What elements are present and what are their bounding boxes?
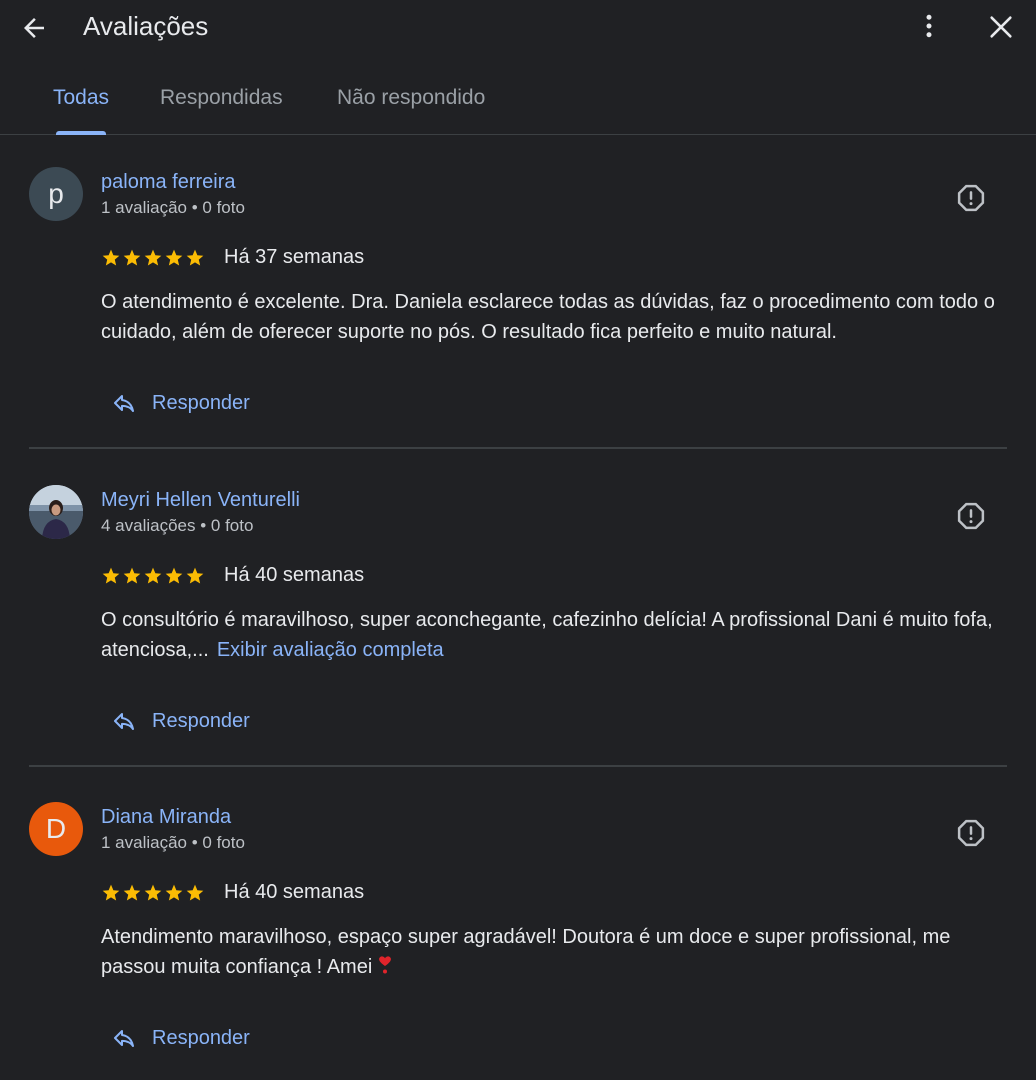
review-card: D Diana Miranda 1 avaliação • 0 foto Há … <box>0 770 1036 1080</box>
divider <box>29 765 1007 767</box>
reply-button[interactable]: Responder <box>110 703 250 739</box>
tab-label: Todas <box>53 86 110 109</box>
header: Avaliações Todas Respondidas Não respond… <box>0 0 1036 135</box>
reviewer-meta: 1 avaliação • 0 foto <box>101 833 245 852</box>
star-icon <box>144 567 162 584</box>
star-rating <box>101 245 205 271</box>
review-card: p paloma ferreira 1 avaliação • 0 foto H… <box>0 135 1036 451</box>
more-vert-icon <box>926 14 932 38</box>
avatar-letter: D <box>45 813 67 844</box>
star-rating <box>101 563 205 589</box>
avatar[interactable] <box>29 485 83 539</box>
review-text-content: O atendimento é excelente. Dra. Daniela … <box>101 291 995 343</box>
star-rating <box>101 880 205 906</box>
reply-button[interactable]: Responder <box>110 1020 250 1056</box>
report-icon <box>957 819 985 847</box>
reviewer-name[interactable]: Diana Miranda <box>101 804 231 830</box>
star-icon <box>165 567 183 584</box>
reply-label: Responder <box>152 1026 250 1049</box>
avatar[interactable]: p <box>29 167 83 221</box>
star-icon <box>123 884 141 901</box>
star-icon <box>123 567 141 584</box>
star-icon <box>144 884 162 901</box>
star-icon <box>102 884 120 901</box>
star-icon <box>186 567 204 584</box>
tab-respondidas[interactable]: Respondidas <box>160 74 283 135</box>
star-icon <box>102 567 120 584</box>
review-time: Há 40 semanas <box>224 881 365 903</box>
reviewer-name[interactable]: Meyri Hellen Venturelli <box>101 487 300 513</box>
reply-label: Responder <box>152 709 250 732</box>
avatar-letter: p <box>48 178 64 209</box>
report-button[interactable] <box>952 814 990 852</box>
review-time: Há 40 semanas <box>224 564 365 586</box>
arrow-back-icon <box>24 18 44 38</box>
reviewer-name[interactable]: paloma ferreira <box>101 169 236 195</box>
tab-label: Respondidas <box>160 86 283 109</box>
reply-label: Responder <box>152 391 250 414</box>
reviews-panel: Avaliações Todas Respondidas Não respond… <box>0 0 1036 1080</box>
report-button[interactable] <box>952 179 990 217</box>
star-icon <box>144 249 162 266</box>
close-button[interactable] <box>980 6 1022 48</box>
star-icon <box>102 249 120 266</box>
star-icon <box>186 249 204 266</box>
report-button[interactable] <box>952 497 990 535</box>
expand-review-link[interactable]: Exibir avaliação completa <box>217 639 444 661</box>
report-icon <box>957 184 985 212</box>
reviewer-meta: 1 avaliação • 0 foto <box>101 198 245 217</box>
more-options-button[interactable] <box>909 6 949 46</box>
star-icon <box>186 884 204 901</box>
review-text: O atendimento é excelente. Dra. Daniela … <box>101 287 1001 347</box>
heart-emoji-icon <box>379 956 392 974</box>
divider <box>29 447 1007 449</box>
page-title: Avaliações <box>83 11 209 41</box>
review-time: Há 37 semanas <box>224 246 365 268</box>
star-icon <box>165 249 183 266</box>
tab-nao-respondido[interactable]: Não respondido <box>337 74 485 135</box>
close-icon <box>990 16 1012 38</box>
reply-button[interactable]: Responder <box>110 385 250 421</box>
tab-label: Não respondido <box>337 86 486 109</box>
reviewer-meta: 4 avaliações • 0 foto <box>101 516 254 535</box>
star-icon <box>165 884 183 901</box>
report-icon <box>957 502 985 530</box>
avatar[interactable]: D <box>29 802 83 856</box>
avatar-photo-icon <box>29 485 83 539</box>
reply-icon <box>110 707 138 735</box>
tab-bar: Todas Respondidas Não respondido <box>0 74 1036 135</box>
reply-icon <box>110 389 138 417</box>
review-card: Meyri Hellen Venturelli 4 avaliações • 0… <box>0 453 1036 769</box>
tab-todas[interactable]: Todas <box>53 74 109 135</box>
review-text: O consultório é maravilhoso, super aconc… <box>101 605 1001 665</box>
review-text: Atendimento maravilhoso, espaço super ag… <box>101 922 1001 982</box>
star-icon <box>123 249 141 266</box>
back-button[interactable] <box>14 8 54 48</box>
reply-icon <box>110 1024 138 1052</box>
review-text-content: Atendimento maravilhoso, espaço super ag… <box>101 926 951 978</box>
